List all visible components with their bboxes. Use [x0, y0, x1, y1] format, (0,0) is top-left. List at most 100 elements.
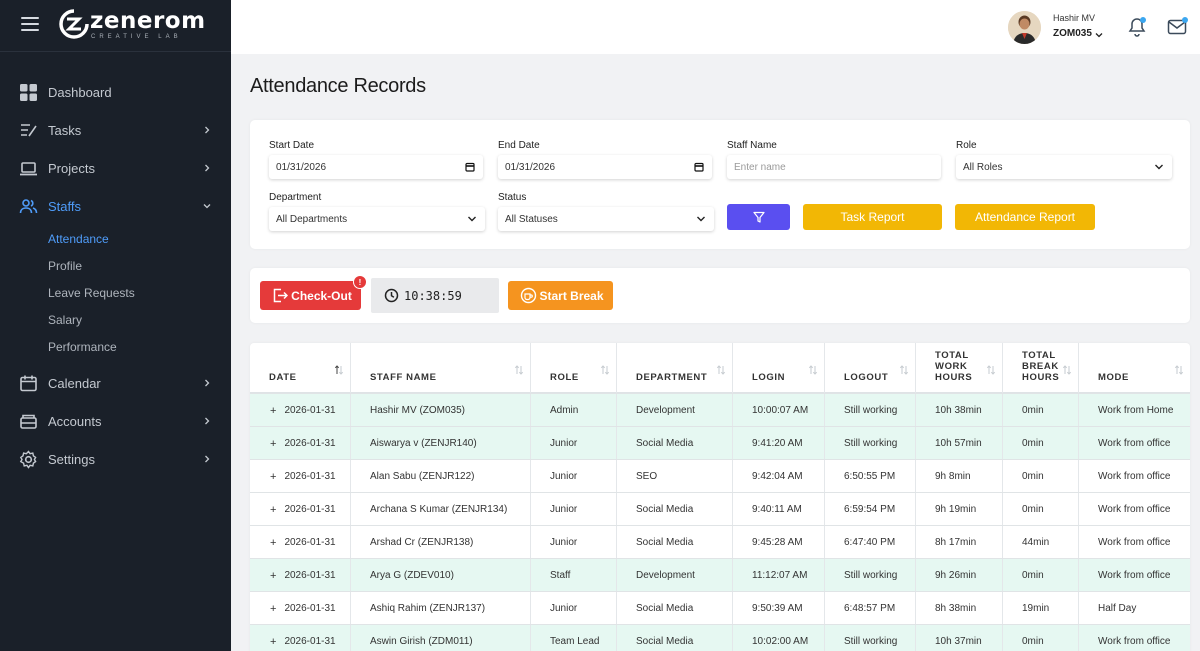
table-cell-role: Team Lead [531, 625, 617, 651]
calendar-icon[interactable] [694, 162, 704, 172]
column-header[interactable]: STAFF NAME [351, 343, 531, 393]
expand-row-icon[interactable]: + [270, 537, 276, 549]
sort-arrows-icon[interactable] [514, 365, 524, 375]
expand-row-icon[interactable]: + [270, 636, 276, 648]
column-header[interactable]: MODE [1079, 343, 1190, 393]
column-header-label: LOGOUT [844, 372, 889, 383]
table-cell-break: 44min [1003, 526, 1079, 559]
calendar-icon[interactable] [465, 162, 475, 172]
table-cell-login: 9:50:39 AM [733, 592, 825, 625]
column-header[interactable]: LOGOUT [825, 343, 916, 393]
brand-name: zenerom [90, 8, 206, 34]
end-date-input[interactable]: 01/31/2026 [498, 155, 712, 179]
table-row[interactable]: +2026-01-31 Alan Sabu (ZENJR122) Junior SEO… [250, 459, 1190, 493]
sidebar-item-tasks[interactable]: Tasks [0, 111, 231, 149]
cell-text: Social Media [636, 438, 694, 449]
hamburger-menu-icon[interactable] [21, 17, 39, 31]
table-row[interactable]: +2026-01-31 Hashir MV (ZOM035) Admin Develo… [250, 393, 1190, 427]
sidebar-item-settings[interactable]: Settings [0, 440, 231, 478]
gear-icon [19, 450, 37, 469]
avatar[interactable] [1008, 11, 1041, 44]
expand-row-icon[interactable]: + [270, 471, 276, 483]
table-row[interactable]: +2026-01-31 Aswin Girish (ZDM011) Team Lea… [250, 624, 1190, 651]
start-break-button[interactable]: Start Break [508, 281, 613, 310]
cell-text: SEO [636, 471, 658, 482]
sidebar-item-label: Projects [48, 160, 95, 176]
column-header[interactable]: DATE [250, 343, 351, 393]
brand-logo[interactable]: zenerom CREATIVE LAB [59, 9, 206, 40]
check-out-button[interactable]: Check-Out [260, 281, 361, 310]
table-cell-login: 9:45:28 AM [733, 526, 825, 559]
table-cell-role: Staff [531, 559, 617, 592]
task-report-button[interactable]: Task Report [803, 204, 942, 230]
column-header[interactable]: TOTAL BREAK HOURS [1003, 343, 1079, 393]
table-cell-staff: Aiswarya v (ZENJR140) [351, 427, 531, 460]
column-header[interactable]: TOTAL WORK HOURS [916, 343, 1003, 393]
sidebar-item-projects[interactable]: Projects [0, 149, 231, 187]
sort-arrows-icon[interactable] [1174, 365, 1184, 375]
sort-arrows-icon[interactable] [986, 365, 996, 375]
cell-text: Social Media [636, 504, 694, 515]
laptop-icon [20, 162, 37, 176]
column-header[interactable]: ROLE [531, 343, 617, 393]
table-row[interactable]: +2026-01-31 Archana S Kumar (ZENJR134) Jun… [250, 492, 1190, 526]
expand-row-icon[interactable]: + [270, 438, 276, 450]
sort-arrows-icon[interactable] [899, 365, 909, 375]
table-cell-mode: Work from Home [1079, 394, 1190, 427]
table-row[interactable]: +2026-01-31 Arya G (ZDEV010) Staff Developm… [250, 558, 1190, 592]
user-code[interactable]: ZOM035 [1053, 28, 1092, 39]
table-cell-mode: Work from office [1079, 460, 1190, 493]
filter-card: Start Date 01/31/2026 End Date 01/31/202… [250, 120, 1190, 249]
department-value: All Departments [276, 213, 348, 225]
sort-arrows-icon[interactable] [334, 365, 344, 375]
column-header-label: STAFF NAME [370, 372, 437, 383]
cell-text: Aiswarya v (ZENJR140) [370, 438, 477, 449]
table-cell-date: +2026-01-31 [250, 559, 351, 592]
sort-arrows-icon[interactable] [808, 365, 818, 375]
sidebar-header: zenerom CREATIVE LAB [0, 0, 231, 52]
cell-text: Admin [550, 405, 579, 416]
sort-arrows-icon[interactable] [1062, 365, 1072, 375]
role-select[interactable]: All Roles [956, 155, 1172, 179]
top-bar: Hashir MV ZOM035 [231, 0, 1200, 54]
sidebar-item-label: Calendar [48, 375, 101, 391]
table-cell-department: Social Media [617, 493, 733, 526]
table-cell-mode: Work from office [1079, 625, 1190, 651]
cell-text: 9h 8min [935, 471, 971, 482]
sidebar-subitem-leave-requests[interactable]: Leave Requests [48, 286, 135, 300]
table-cell-login: 9:40:11 AM [733, 493, 825, 526]
status-select[interactable]: All Statuses [498, 207, 714, 231]
user-name: Hashir MV [1053, 13, 1096, 23]
sidebar-item-calendar[interactable]: Calendar [0, 364, 231, 402]
column-header[interactable]: LOGIN [733, 343, 825, 393]
expand-row-icon[interactable]: + [270, 504, 276, 516]
table-cell-login: 11:12:07 AM [733, 559, 825, 592]
chevron-down-icon[interactable] [1095, 31, 1103, 39]
sidebar-subitem-profile[interactable]: Profile [48, 259, 82, 273]
table-row[interactable]: +2026-01-31 Ashiq Rahim (ZENJR137) Junior S… [250, 591, 1190, 625]
sort-arrows-icon[interactable] [716, 365, 726, 375]
expand-row-icon[interactable]: + [270, 603, 276, 615]
cell-text: 10:00:07 AM [752, 405, 809, 416]
column-header-line: TOTAL [935, 350, 969, 361]
table-row[interactable]: +2026-01-31 Arshad Cr (ZENJR138) Junior Soc… [250, 525, 1190, 559]
sidebar-subitem-attendance[interactable]: Attendance [48, 232, 109, 246]
column-header[interactable]: DEPARTMENT [617, 343, 733, 393]
sidebar-item-staffs[interactable]: Staffs [0, 187, 231, 225]
column-header-line: HOURS [935, 372, 973, 383]
sort-arrows-icon[interactable] [600, 365, 610, 375]
table-row[interactable]: +2026-01-31 Aiswarya v (ZENJR140) Junior So… [250, 426, 1190, 460]
department-select[interactable]: All Departments [269, 207, 485, 231]
expand-row-icon[interactable]: + [270, 570, 276, 582]
filter-button[interactable] [727, 204, 790, 230]
sidebar-item-accounts[interactable]: Accounts [0, 402, 231, 440]
expand-row-icon[interactable]: + [270, 405, 276, 417]
alert-badge: ! [353, 275, 367, 289]
sidebar-item-dashboard[interactable]: Dashboard [0, 73, 231, 111]
sidebar-subitem-performance[interactable]: Performance [48, 340, 117, 354]
attendance-report-button[interactable]: Attendance Report [955, 204, 1095, 230]
staff-name-input[interactable]: Enter name [727, 155, 941, 179]
cell-text: Ashiq Rahim (ZENJR137) [370, 603, 486, 614]
sidebar-subitem-salary[interactable]: Salary [48, 313, 82, 327]
start-date-input[interactable]: 01/31/2026 [269, 155, 483, 179]
